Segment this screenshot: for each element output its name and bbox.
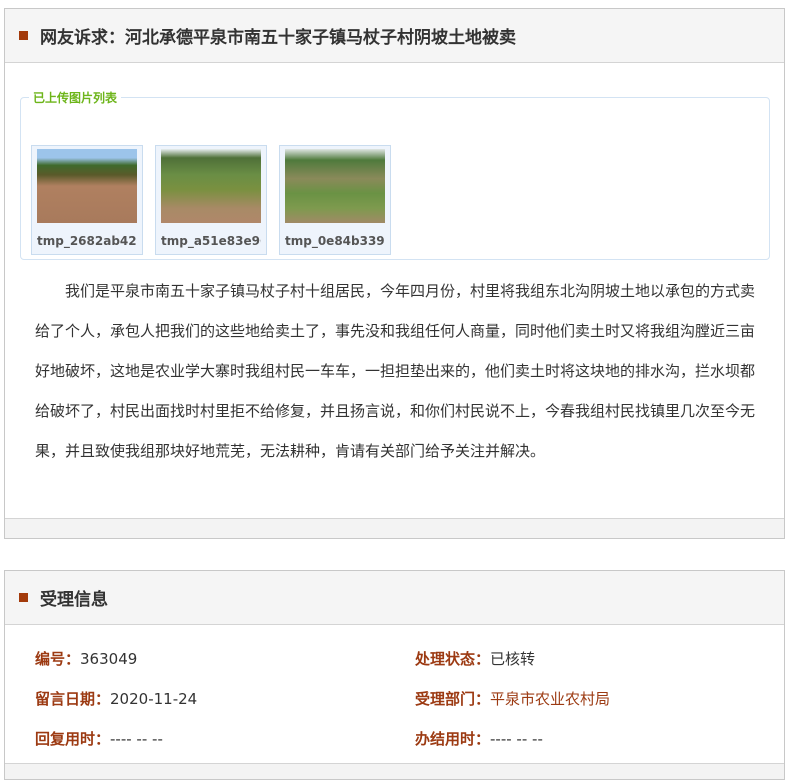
photo[interactable]	[285, 149, 385, 223]
image-caption: tmp_0e84b3391c	[285, 234, 385, 248]
image-thumb[interactable]: tmp_2682ab4236	[31, 145, 143, 255]
info-date: 留言日期：2020-11-24	[35, 690, 198, 708]
acceptance-panel: 受理信息 编号：363049 留言日期：2020-11-24 回复用时：----…	[4, 570, 785, 780]
complaint-panel: 网友诉求：河北承德平泉市南五十家子镇马杖子村阴坡土地被卖 已上传图片列表 tmp…	[4, 8, 785, 539]
complaint-title: 网友诉求：河北承德平泉市南五十家子镇马杖子村阴坡土地被卖	[40, 28, 516, 48]
department-link[interactable]: 平泉市农业农村局	[490, 690, 610, 708]
image-thumb[interactable]: tmp_0e84b3391c	[279, 145, 391, 255]
info-finish-time: 办结用时：---- -- --	[415, 730, 543, 748]
info-right: 处理状态：已核转 受理部门：平泉市农业农村局 办结用时：---- -- --	[415, 639, 610, 759]
uploaded-images: 已上传图片列表 tmp_2682ab4236 tmp_a51e83e96f tm…	[20, 89, 770, 260]
info-id: 编号：363049	[35, 650, 138, 668]
panel-footer	[5, 518, 784, 538]
square-bullet-icon	[19, 593, 28, 602]
image-caption: tmp_a51e83e96f	[161, 234, 261, 248]
info-left: 编号：363049 留言日期：2020-11-24 回复用时：---- -- -…	[35, 639, 197, 759]
image-thumb[interactable]: tmp_a51e83e96f	[155, 145, 267, 255]
panel-footer	[5, 763, 784, 779]
image-caption: tmp_2682ab4236	[37, 234, 137, 248]
complaint-header: 网友诉求：河北承德平泉市南五十家子镇马杖子村阴坡土地被卖	[5, 9, 784, 63]
photo[interactable]	[37, 149, 137, 223]
photo[interactable]	[161, 149, 261, 223]
acceptance-header: 受理信息	[5, 571, 784, 625]
complaint-body: 我们是平泉市南五十家子镇马杖子村十组居民，今年四月份，村里将我组东北沟阴坡土地以…	[35, 282, 756, 460]
acceptance-title: 受理信息	[40, 590, 108, 610]
info-department: 受理部门：平泉市农业农村局	[415, 690, 611, 708]
square-bullet-icon	[19, 31, 28, 40]
info-reply-time: 回复用时：---- -- --	[35, 730, 163, 748]
info-status: 处理状态：已核转	[415, 650, 536, 668]
images-legend: 已上传图片列表	[33, 91, 118, 105]
